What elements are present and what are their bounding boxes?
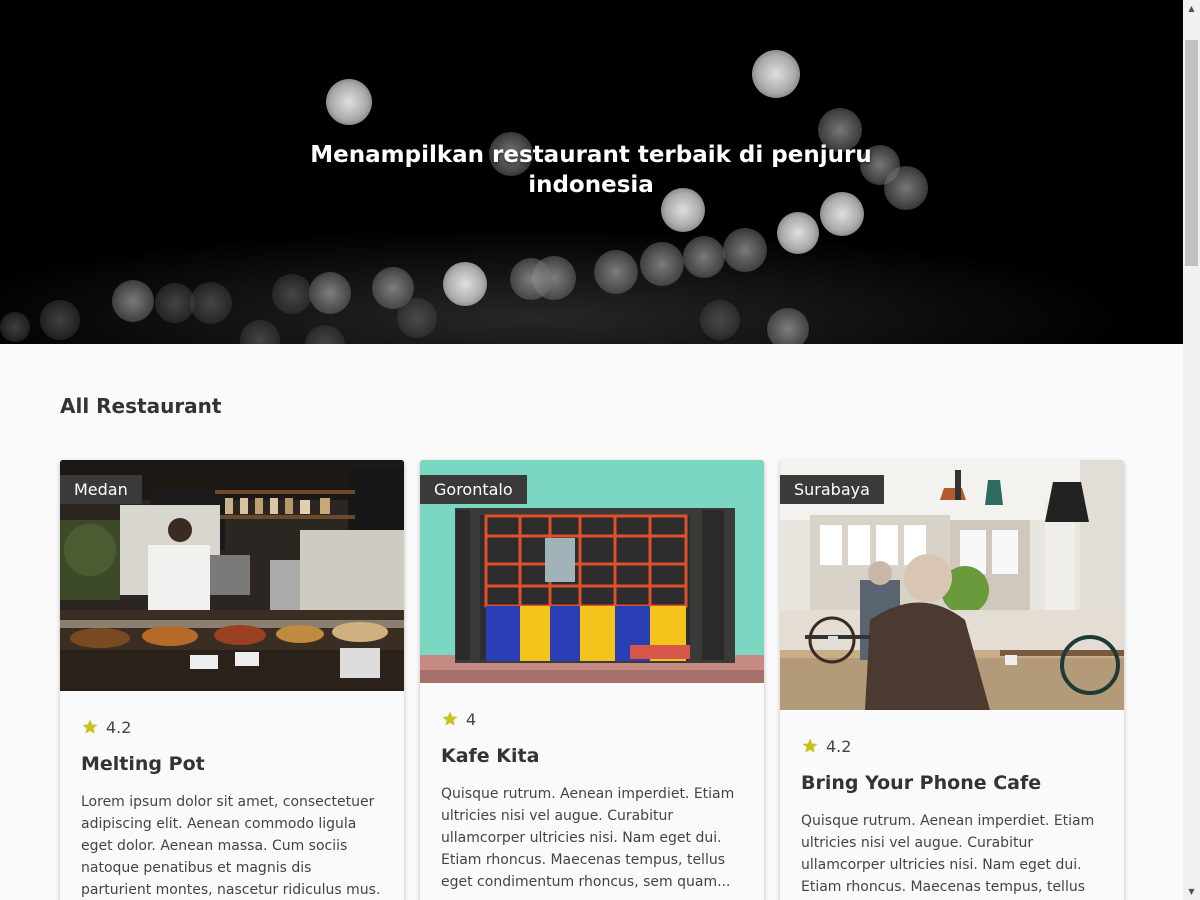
scrollbar-thumb[interactable] — [1185, 40, 1198, 266]
section-title: All Restaurant — [60, 394, 222, 418]
scroll-up-arrow-icon[interactable]: ▲ — [1183, 0, 1200, 17]
page-scrollbar[interactable]: ▲ ▼ — [1183, 0, 1200, 900]
restaurant-name[interactable]: Bring Your Phone Cafe — [801, 772, 1103, 794]
restaurant-card[interactable]: Medan 4.2 Melting Pot Lorem ipsum dolor … — [60, 460, 404, 900]
restaurant-card[interactable]: Surabaya 4.2 Bring Your Phone Cafe Quisq… — [780, 460, 1124, 900]
hero-banner: Menampilkan restaurant terbaik di penjur… — [0, 0, 1183, 344]
star-icon — [442, 711, 458, 726]
star-icon — [802, 738, 818, 753]
rating-value: 4 — [466, 709, 477, 729]
restaurant-description: Quisque rutrum. Aenean imperdiet. Etiam … — [441, 786, 735, 890]
hero-glow — [0, 220, 1183, 344]
restaurant-description: Lorem ipsum dolor sit amet, consectetuer… — [81, 794, 381, 898]
city-badge: Surabaya — [780, 475, 884, 504]
restaurant-name[interactable]: Melting Pot — [81, 753, 383, 775]
restaurant-image: Gorontalo — [420, 460, 764, 683]
star-icon — [82, 719, 98, 734]
rating: 4 — [441, 709, 743, 729]
restaurant-image: Medan — [60, 460, 404, 691]
restaurant-image: Surabaya — [780, 460, 1124, 710]
restaurant-name[interactable]: Kafe Kita — [441, 745, 743, 767]
rating-value: 4.2 — [106, 717, 132, 737]
restaurant-card[interactable]: Gorontalo 4 Kafe Kita Quisque rutrum. Ae… — [420, 460, 764, 900]
city-badge: Gorontalo — [420, 475, 527, 504]
hero-title: Menampilkan restaurant terbaik di penjur… — [310, 142, 872, 198]
scroll-down-arrow-icon[interactable]: ▼ — [1183, 883, 1200, 900]
rating: 4.2 — [81, 717, 383, 737]
city-badge: Medan — [60, 475, 142, 504]
rating: 4.2 — [801, 736, 1103, 756]
rating-value: 4.2 — [826, 736, 852, 756]
restaurant-description: Quisque rutrum. Aenean imperdiet. Etiam … — [801, 813, 1095, 895]
